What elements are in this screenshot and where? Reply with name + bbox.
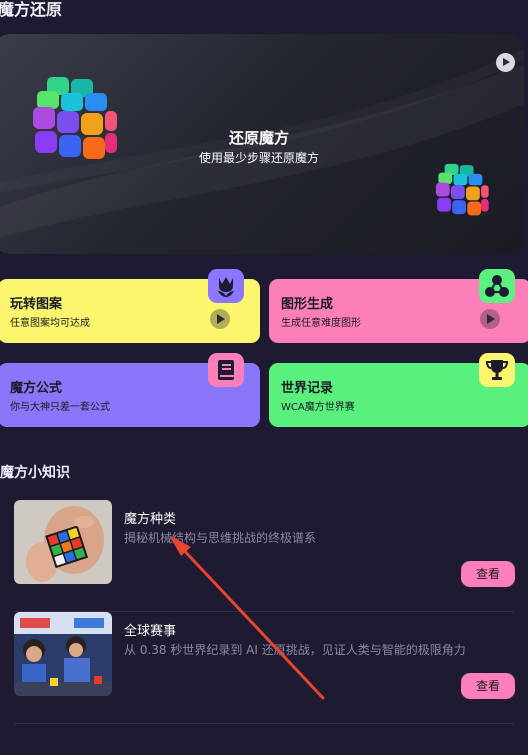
item-description: 揭秘机械结构与思维挑战的终极谱系	[124, 531, 317, 545]
card-subtitle: WCA魔方世界赛	[281, 402, 355, 413]
tulip-icon	[208, 269, 244, 303]
card-graphic-generation[interactable]: 图形生成 生成任意难度图形	[269, 269, 528, 343]
view-button[interactable]: 查看	[461, 561, 515, 587]
card-subtitle: 你与大神只差一套公式	[10, 402, 110, 413]
hero-title: 还原魔方	[228, 129, 289, 147]
item-title: 魔方种类	[124, 512, 177, 527]
item-title: 全球赛事	[124, 624, 177, 639]
book-icon	[208, 353, 244, 387]
card-formulas[interactable]: 魔方公式 你与大神只差一套公式	[0, 353, 260, 427]
page: 魔方还原 还原魔方 使用最少步骤还原魔方 玩转图案 任意图案均可达成 图形生成 …	[0, 0, 528, 755]
list-item-cube-types[interactable]: 魔方种类 揭秘机械结构与思维挑战的终极谱系 查看	[14, 500, 515, 612]
card-title: 魔方公式	[10, 381, 63, 396]
card-world-records[interactable]: 世界记录 WCA魔方世界赛	[269, 353, 528, 427]
hero-subtitle: 使用最少步骤还原魔方	[198, 151, 319, 165]
hero-play-icon[interactable]	[496, 53, 515, 72]
trophy-icon	[479, 353, 515, 387]
view-button[interactable]: 查看	[461, 673, 515, 699]
card-title: 图形生成	[281, 297, 334, 312]
page-title: 魔方还原	[0, 0, 63, 19]
cube-hand-thumbnail	[14, 500, 112, 584]
hero-banner[interactable]: 还原魔方 使用最少步骤还原魔方	[0, 34, 524, 254]
card-subtitle: 生成任意难度图形	[281, 318, 361, 329]
card-subtitle: 任意图案均可达成	[10, 318, 90, 329]
list-item-global-events[interactable]: 全球赛事 从 0.38 秒世界纪录到 AI 还原挑战，见证人类与智能的极限角力 …	[14, 612, 515, 724]
graph-nodes-icon	[479, 269, 515, 303]
card-patterns[interactable]: 玩转图案 任意图案均可达成	[0, 269, 260, 343]
competition-thumbnail	[14, 612, 112, 696]
play-icon[interactable]	[480, 309, 500, 329]
card-title: 世界记录	[281, 381, 334, 396]
rubiks-cube-small-icon	[435, 163, 489, 216]
section-title: 魔方小知识	[0, 465, 70, 481]
card-title: 玩转图案	[10, 297, 63, 312]
play-icon[interactable]	[210, 309, 230, 329]
item-description: 从 0.38 秒世界纪录到 AI 还原挑战，见证人类与智能的极限角力	[124, 643, 466, 657]
